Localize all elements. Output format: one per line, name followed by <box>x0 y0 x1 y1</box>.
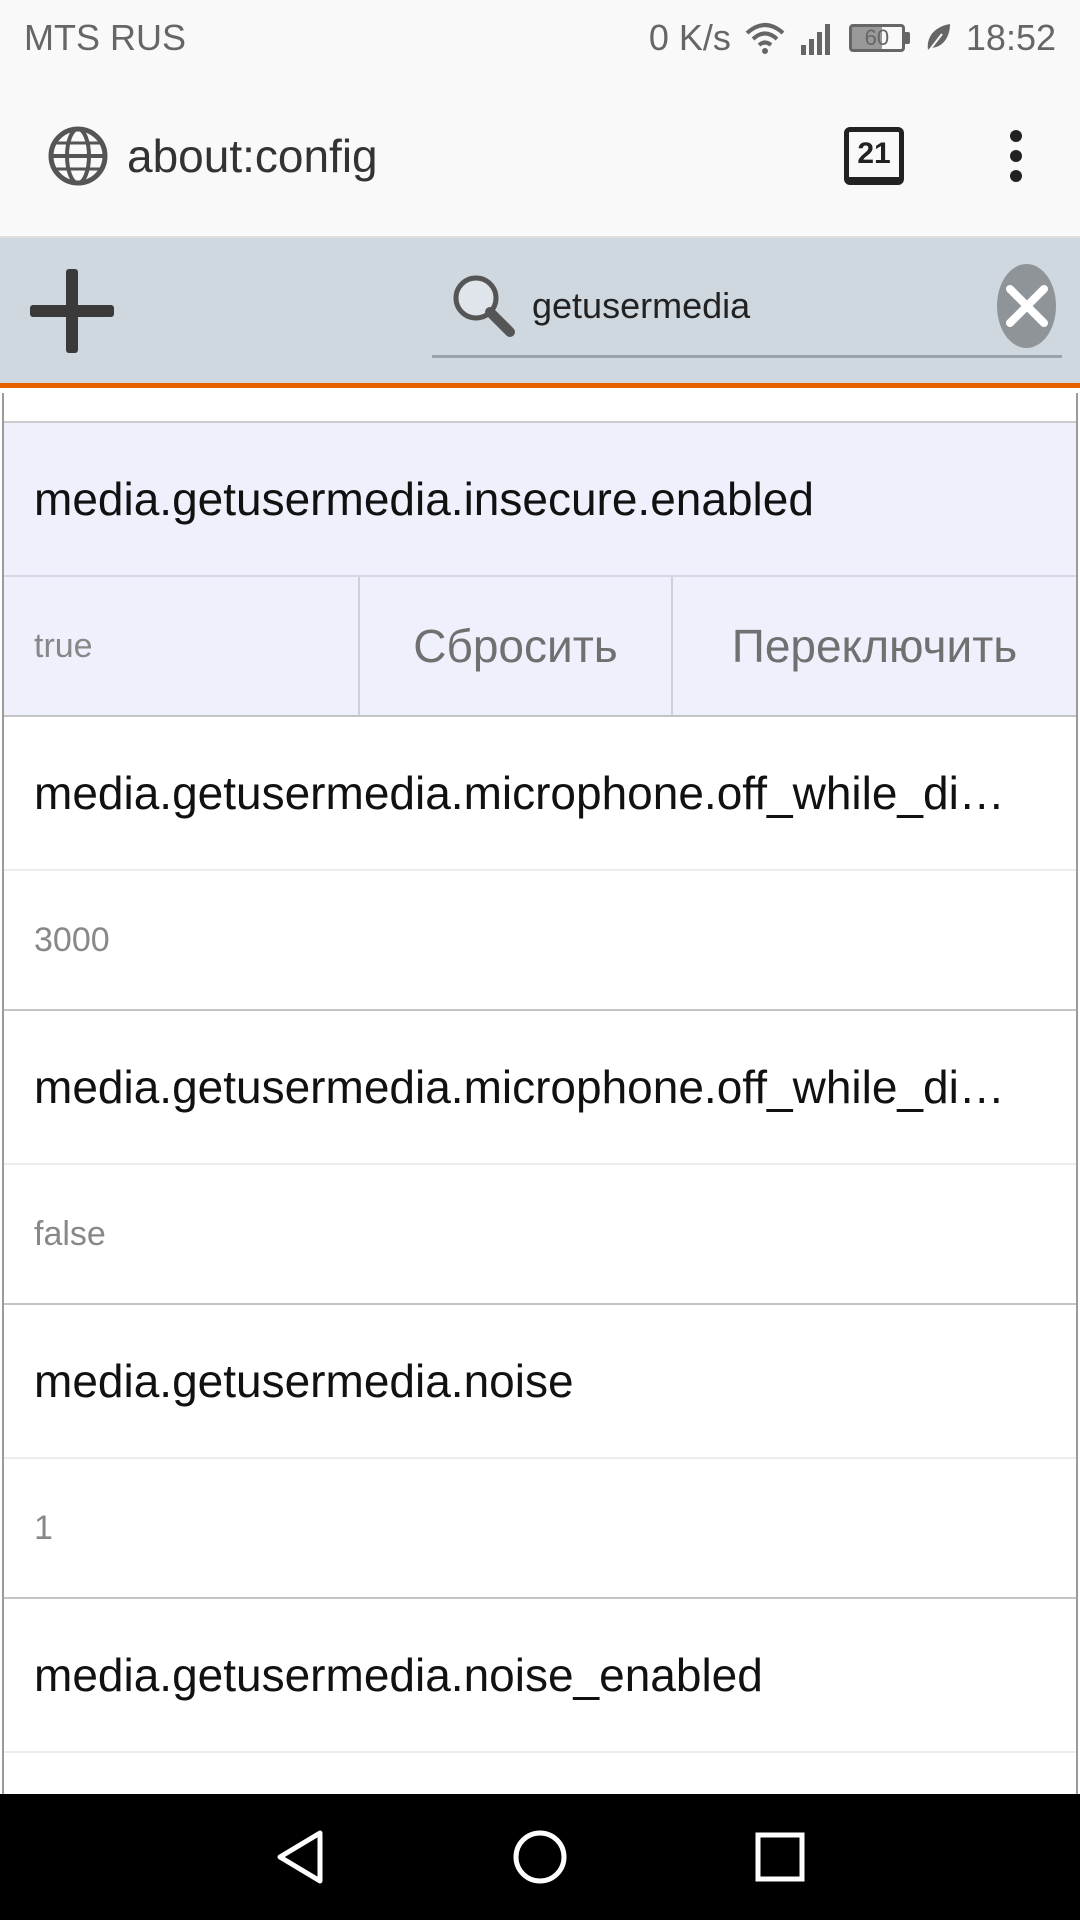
search-icon <box>448 270 520 342</box>
pref-item[interactable]: media.getusermedia.noise_enabled <box>4 1599 1076 1794</box>
home-icon[interactable] <box>480 1807 600 1907</box>
battery-icon: 60 <box>848 23 910 52</box>
pref-item[interactable]: media.getusermedia.microphone.off_while_… <box>4 1011 1076 1305</box>
pref-name[interactable]: media.getusermedia.noise <box>4 1305 1076 1459</box>
reset-button[interactable]: Сбросить <box>360 577 673 715</box>
add-pref-button[interactable] <box>24 263 120 359</box>
clock: 18:52 <box>965 16 1056 58</box>
clear-search-button[interactable] <box>997 263 1056 348</box>
tabs-counter-button[interactable]: 21 <box>844 126 904 185</box>
plus-icon <box>30 269 114 353</box>
search-box <box>432 256 1062 358</box>
pref-value: 3000 <box>34 920 110 959</box>
screen: MTS RUS 0 K/s 60 18:52 about:config 21 g… <box>0 0 1080 1920</box>
status-indicators: 0 K/s 60 18:52 <box>649 17 1056 59</box>
toggle-button[interactable]: Переключить <box>673 577 1076 715</box>
pref-item-selected[interactable]: media.getusermedia.insecure.enabled true… <box>4 423 1076 717</box>
url-bar[interactable]: about:config <box>127 129 844 183</box>
recents-icon[interactable] <box>720 1807 840 1907</box>
signal-icon <box>799 21 835 55</box>
overflow-menu-icon[interactable] <box>996 116 1036 196</box>
system-nav-bar <box>0 1794 1080 1920</box>
pref-item[interactable]: media.getusermedia.microphone.off_while_… <box>4 717 1076 1011</box>
globe-icon[interactable] <box>45 123 111 189</box>
back-icon[interactable] <box>240 1807 360 1907</box>
pref-value <box>4 1753 1076 1794</box>
leaf-icon <box>924 22 952 54</box>
pref-item[interactable]: media.getusermedia.noise 1 <box>4 1305 1076 1599</box>
battery-level: 60 <box>848 23 905 52</box>
carrier-label: MTS RUS <box>24 16 186 58</box>
pref-value: false <box>34 1214 106 1253</box>
list-spacer <box>4 393 1076 423</box>
search-input[interactable] <box>532 284 997 327</box>
wifi-icon <box>745 21 785 55</box>
pref-name[interactable]: media.getusermedia.microphone.off_while_… <box>4 1011 1076 1165</box>
pref-name[interactable]: media.getusermedia.microphone.off_while_… <box>4 717 1076 871</box>
pref-value: true <box>4 577 360 715</box>
pref-actions-row: true Сбросить Переключить <box>4 577 1076 715</box>
pref-list: media.getusermedia.insecure.enabled true… <box>2 393 1078 1794</box>
pref-name[interactable]: media.getusermedia.insecure.enabled <box>4 423 1076 577</box>
status-bar: MTS RUS 0 K/s 60 18:52 <box>0 0 1080 75</box>
browser-toolbar: about:config 21 <box>0 75 1080 238</box>
net-speed-label: 0 K/s <box>648 16 731 58</box>
close-icon <box>1005 284 1048 327</box>
pref-name[interactable]: media.getusermedia.noise_enabled <box>4 1599 1076 1753</box>
config-toolbar <box>0 238 1080 388</box>
pref-value: 1 <box>34 1508 53 1547</box>
